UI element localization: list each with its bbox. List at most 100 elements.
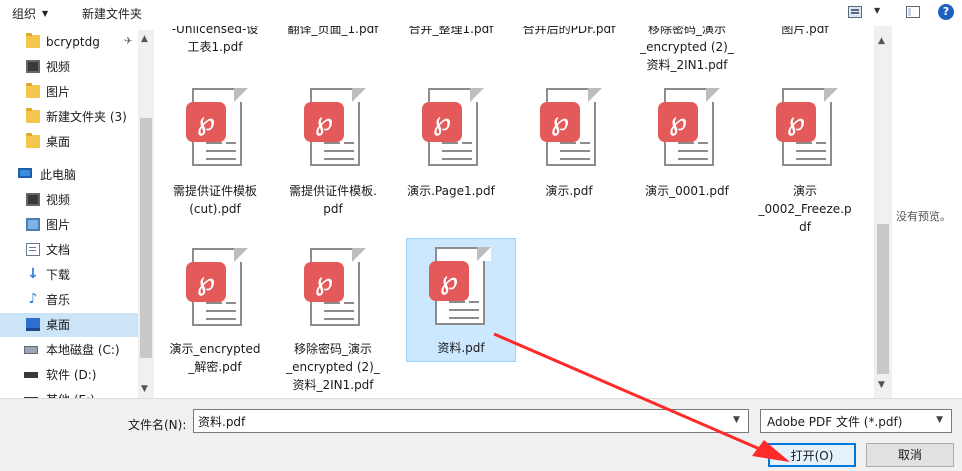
pictures-icon [26,218,40,231]
file-name: df [799,220,811,234]
file-name: 合并后的PDF.pdf [522,26,616,36]
nav-item-music[interactable]: ♪ 音乐 [0,288,138,312]
file-name: 移除密码_演示 [293,342,372,356]
music-icon: ♪ [28,291,38,307]
preview-message: 没有预览。 [896,210,951,223]
file-item[interactable]: 合并后的PDF.pdf [514,26,624,44]
file-name: 翻译_页面_1.pdf [287,26,379,36]
file-name: _解密.pdf [188,360,242,374]
file-item[interactable]: 移除密码_演示 _encrypted (2)_ 资料_2IN1.pdf [632,26,742,78]
file-item[interactable]: ℘ 演示.pdf [514,84,624,240]
nav-item-desktop[interactable]: 桌面 [0,313,138,337]
nav-item-label: 本地磁盘 (C:) [46,343,120,357]
nav-item-pictures[interactable]: 图片 [0,80,138,104]
preview-pane-icon[interactable] [906,6,920,18]
file-item[interactable]: 图片.pdf [750,26,860,44]
nav-item-label: 软件 (D:) [46,368,97,382]
nav-item-new-folder-3[interactable]: 新建文件夹 (3) [0,105,138,129]
file-name: 合并_整理1.pdf [408,26,494,36]
nav-item-desktop-quick[interactable]: 桌面 [0,130,138,154]
file-item[interactable]: ℘ 需提供证件模板. pdf [278,84,388,240]
drive-icon [24,372,38,378]
nav-item-label: bcryptdg [46,35,100,49]
filename-input[interactable]: 资料.pdf [193,409,749,433]
download-icon: ↓ [27,266,39,282]
cancel-button[interactable]: 取消 [866,443,954,467]
file-item-selected[interactable]: ℘ 资料.pdf [406,238,516,362]
pdf-file-icon: ℘ [186,248,248,326]
file-name: _0002_Freeze.p [758,202,852,216]
organize-button[interactable]: 组织 ▼ [12,5,48,22]
file-name: -Unlicensed-设 [171,26,259,36]
filetype-select[interactable]: Adobe PDF 文件 (*.pdf) ▼ [760,409,952,433]
computer-icon [18,168,32,178]
video-icon [26,60,40,73]
file-item[interactable]: ℘ 移除密码_演示 _encrypted (2)_ 资料_2IN1.pdf [278,240,388,396]
file-scroll-thumb[interactable] [877,224,889,374]
file-item[interactable]: 翻译_页面_1.pdf [278,26,388,44]
file-name: 移除密码_演示 [647,26,726,36]
file-item[interactable]: -Unlicensed-设 工表1.pdf [160,26,270,68]
scroll-up-icon[interactable]: ▲ [141,34,148,44]
nav-item-label: 视频 [46,193,71,207]
nav-item-drive-c[interactable]: 本地磁盘 (C:) [0,338,138,362]
nav-item-label: 音乐 [46,293,71,307]
file-name: 资料_2IN1.pdf [646,58,728,72]
organize-label: 组织 [12,7,37,21]
pdf-file-icon: ℘ [304,248,366,326]
chevron-down-icon[interactable]: ▼ [733,415,740,425]
nav-item-bcryptdg[interactable]: bcryptdg ✈ [0,30,138,54]
pdf-file-icon: ℘ [658,88,720,166]
file-item[interactable]: ℘ 演示.Page1.pdf [396,84,506,240]
chevron-down-icon: ▼ [42,9,49,18]
pdf-file-icon: ℘ [429,247,491,325]
chevron-down-icon: ▼ [936,415,943,425]
scroll-down-icon[interactable]: ▼ [141,384,148,394]
file-name: _encrypted (2)_ [286,360,380,374]
nav-item-label: 图片 [46,218,71,232]
file-item[interactable]: ℘ 演示 _0002_Freeze.p df [750,84,860,240]
nav-item-downloads[interactable]: ↓ 下载 [0,263,138,287]
pdf-badge-icon: ℘ [658,102,698,142]
open-button[interactable]: 打开(O) [768,443,856,467]
navigation-pane: bcryptdg ✈ 视频 图片 新建文件夹 (3) 桌面 此电脑 视频 图片 … [0,30,154,398]
pdf-file-icon: ℘ [186,88,248,166]
desktop-icon [26,318,40,331]
chevron-down-icon[interactable]: ▼ [874,6,880,15]
scroll-down-icon[interactable]: ▼ [878,380,885,390]
new-folder-button[interactable]: 新建文件夹 [82,5,142,22]
file-name: 工表1.pdf [187,40,243,54]
pdf-badge-icon: ℘ [540,102,580,142]
nav-item-drive-d[interactable]: 软件 (D:) [0,363,138,387]
nav-item-label: 此电脑 [40,168,77,182]
nav-item-pc-pictures[interactable]: 图片 [0,213,138,237]
nav-item-this-pc[interactable]: 此电脑 [0,163,138,187]
scroll-up-icon[interactable]: ▲ [878,36,885,46]
file-item[interactable]: 合并_整理1.pdf [396,26,506,44]
file-name: 演示.Page1.pdf [407,184,495,198]
folder-icon [26,33,40,48]
folder-icon [26,83,40,98]
nav-scroll-thumb[interactable] [140,118,152,358]
nav-item-drive-e[interactable]: 其他 (E:) [0,388,138,398]
file-name: 图片.pdf [781,26,829,36]
folder-icon [26,108,40,123]
nav-item-videos[interactable]: 视频 [0,55,138,79]
documents-icon [26,243,40,256]
file-name: 演示 [792,184,817,198]
file-list-scrollbar[interactable]: ▲ ▼ [874,26,892,398]
pin-icon: ✈ [124,36,133,47]
nav-item-documents[interactable]: 文档 [0,238,138,262]
file-name: 需提供证件模板 [172,184,257,198]
file-item[interactable]: ℘ 演示_encrypted _解密.pdf [160,240,270,396]
nav-scrollbar[interactable]: ▲ ▼ [138,30,154,398]
change-view-icon[interactable] [848,6,862,18]
pdf-badge-icon: ℘ [776,102,816,142]
file-name: 资料_2IN1.pdf [292,378,374,392]
nav-item-pc-videos[interactable]: 视频 [0,188,138,212]
file-name: (cut).pdf [189,202,241,216]
nav-item-label: 桌面 [46,135,71,149]
file-item[interactable]: ℘ 演示_0001.pdf [632,84,742,240]
file-item[interactable]: ℘ 需提供证件模板 (cut).pdf [160,84,270,240]
help-icon[interactable]: ? [938,4,954,20]
